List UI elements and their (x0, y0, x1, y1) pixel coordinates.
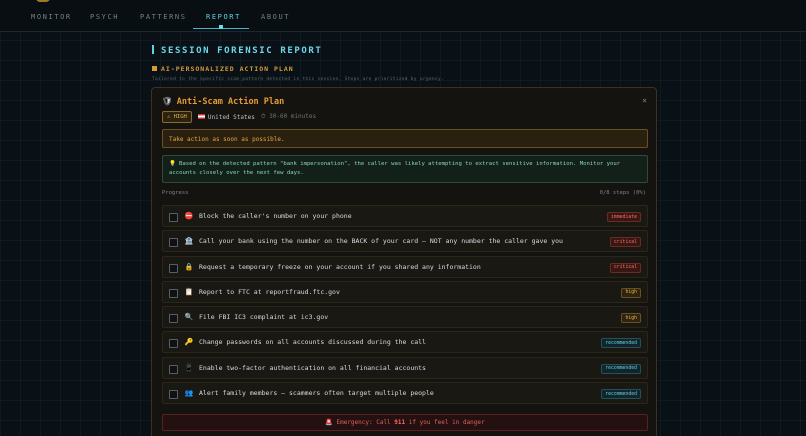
step-text: Alert family members — scammers often ta… (199, 389, 434, 398)
step-item[interactable]: 🔍 File FBI IC3 complaint at ic3.gov high (162, 306, 648, 329)
nav-report[interactable]: REPORT (206, 13, 241, 21)
magnifier-icon: 🔍 (184, 313, 194, 322)
step-list: ⛔ Block the caller's number on your phon… (162, 205, 648, 407)
step-item[interactable]: 🔒 Request a temporary freeze on your acc… (162, 255, 648, 278)
block-icon: ⛔ (184, 212, 194, 220)
priority-badge: critical (609, 237, 641, 248)
step-text: Call your bank using the number on the B… (199, 237, 563, 246)
section-title: SESSION FORENSIC REPORT (152, 45, 322, 56)
priority-badge: high (621, 313, 641, 324)
step-item[interactable]: 👥 Alert family members — scammers often … (162, 382, 648, 405)
step-checkbox[interactable] (169, 238, 178, 248)
country-label: United States (197, 113, 255, 121)
nav-monitor[interactable]: MONITOR (31, 13, 72, 21)
step-checkbox[interactable] (169, 213, 178, 222)
severity-badge: ⚠ HIGH (162, 111, 192, 123)
step-item[interactable]: ⛔ Block the caller's number on your phon… (162, 205, 648, 227)
priority-badge: recommended (601, 338, 641, 349)
step-checkbox[interactable] (169, 263, 178, 273)
step-item[interactable]: 📱 Enable two-factor authentication on al… (162, 356, 648, 379)
clipboard-icon: 📋 (184, 287, 194, 296)
square-icon (152, 66, 157, 71)
emergency-number[interactable]: 911 (394, 419, 405, 426)
priority-badge: critical (609, 262, 641, 273)
lock-icon: 🔒 (184, 262, 194, 271)
bank-icon: 🏦 (184, 237, 194, 246)
clock-icon: ⏱ (260, 113, 266, 120)
step-text: Request a temporary freeze on your accou… (199, 262, 481, 271)
us-flag-icon (197, 113, 205, 119)
shield-icon: 🛡 (162, 97, 173, 107)
nav-patterns[interactable]: PATTERNS (140, 13, 187, 21)
step-item[interactable]: 🏦 Call your bank using the number on the… (162, 230, 648, 253)
step-checkbox[interactable] (169, 314, 178, 324)
priority-badge: recommended (601, 389, 641, 400)
nav-psych[interactable]: PSYCH (90, 13, 119, 21)
step-item[interactable]: 📋 Report to FTC at reportfraud.ftc.gov h… (162, 280, 648, 303)
people-icon: 👥 (184, 389, 194, 398)
priority-badge: high (621, 287, 641, 298)
alarm-icon: 🚨 (325, 419, 333, 426)
urgency-banner: Take action as soon as possible. (162, 129, 648, 148)
key-icon: 🔑 (184, 338, 194, 347)
step-item[interactable]: 🔑 Change passwords on all accounts discu… (162, 331, 648, 354)
pattern-summary: 💡 Based on the detected pattern "bank imp… (162, 155, 648, 183)
tagline: Tailored to the specific scam pattern de… (152, 77, 444, 82)
step-checkbox[interactable] (169, 339, 178, 349)
warning-icon: ⚠ (167, 114, 171, 120)
duration-label: ⏱ 30-60 minutes (260, 113, 317, 120)
panel-title: 🛡 Anti-Scam Action Plan (162, 97, 285, 107)
top-navigation: MONITOR PSYCH PATTERNS REPORT ABOUT (0, 0, 806, 32)
emergency-banner: 🚨 Emergency: Call 911 if you feel in dan… (162, 414, 648, 431)
progress-count: 0/8 steps (0%) (599, 190, 646, 196)
step-checkbox[interactable] (169, 288, 178, 298)
step-text: Report to FTC at reportfraud.ftc.gov (199, 287, 340, 296)
phone-icon: 📱 (184, 363, 194, 372)
step-text: Enable two-factor authentication on all … (199, 363, 426, 372)
active-tab-indicator (219, 25, 223, 29)
step-checkbox[interactable] (169, 390, 178, 400)
priority-badge: recommended (601, 363, 641, 374)
priority-badge: immediate (607, 212, 641, 222)
plan-meta: ⚠ HIGH United States ⏱ 30-60 minutes (162, 111, 316, 123)
lightbulb-icon: 💡 (169, 161, 176, 167)
logo (36, 0, 50, 2)
nav-about[interactable]: ABOUT (261, 13, 290, 21)
action-plan-subhead: AI-PERSONALIZED ACTION PLAN (152, 65, 294, 73)
step-text: File FBI IC3 complaint at ic3.gov (199, 313, 329, 322)
close-button[interactable]: × (642, 96, 647, 105)
step-text: Change passwords on all accounts discuss… (199, 338, 426, 347)
progress-label: Progress (162, 190, 189, 196)
action-plan-panel: 🛡 Anti-Scam Action Plan × ⚠ HIGH United S… (151, 87, 657, 436)
step-checkbox[interactable] (169, 364, 178, 374)
step-text: Block the caller's number on your phone (199, 212, 352, 220)
